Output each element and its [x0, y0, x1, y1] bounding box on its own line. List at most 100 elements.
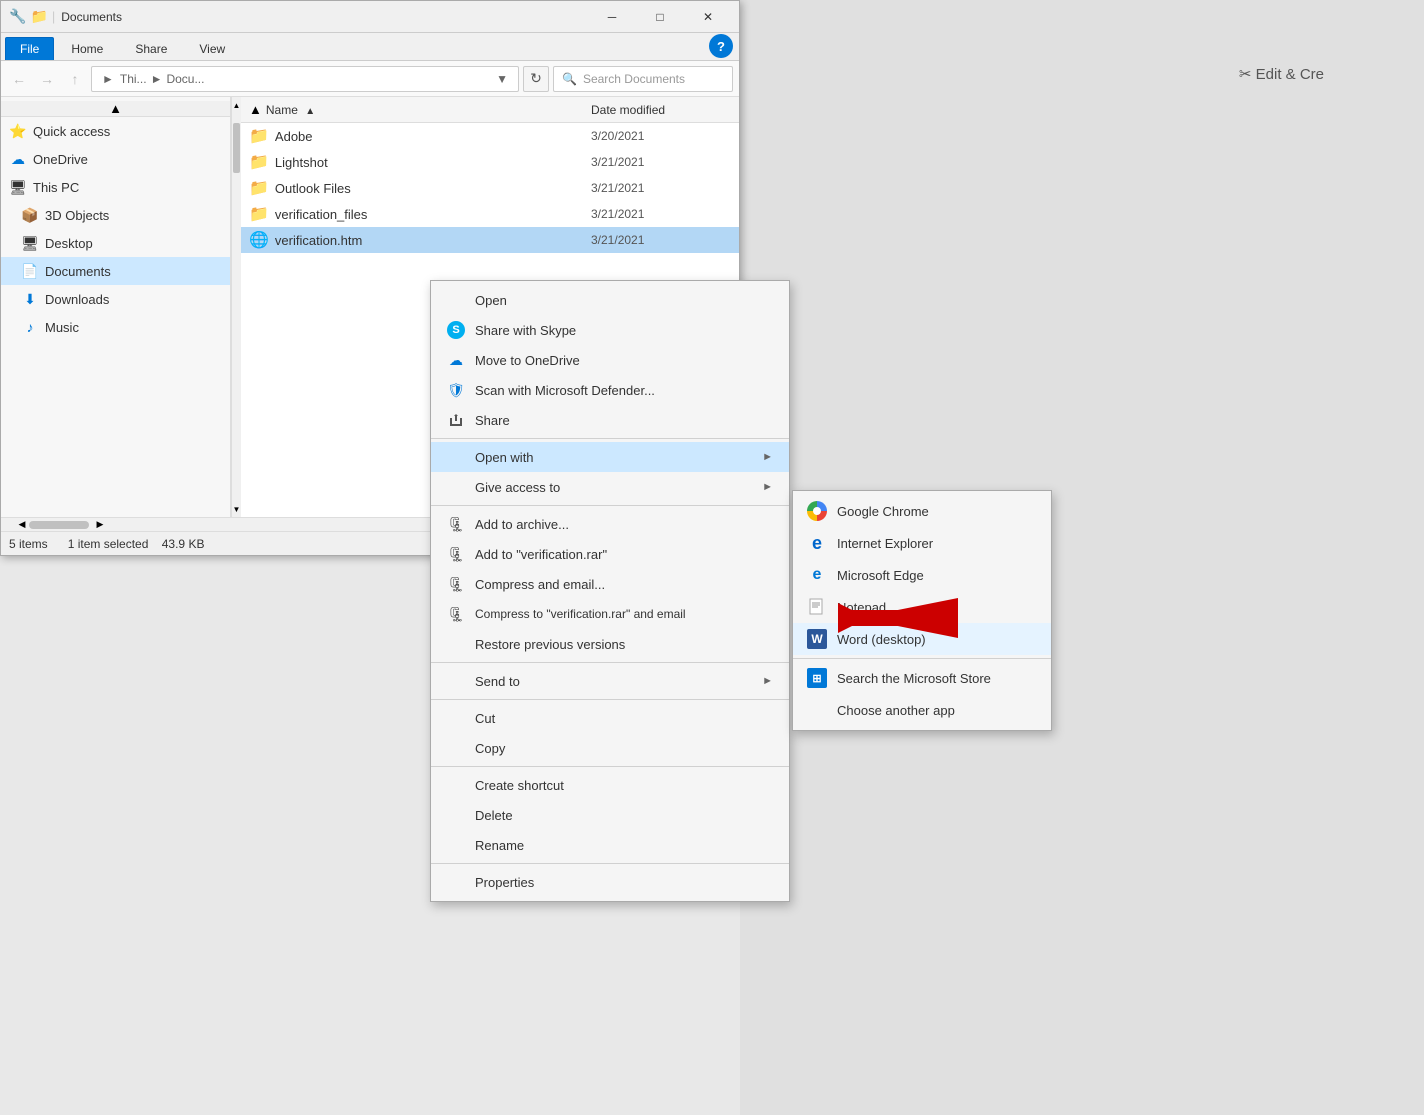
sidebar-item-music[interactable]: ♪ Music: [1, 313, 230, 341]
desktop-label: Desktop: [45, 236, 93, 251]
ctx-move-onedrive[interactable]: ☁ Move to OneDrive: [431, 345, 789, 375]
music-icon: ♪: [21, 319, 39, 335]
sidebar-scroll-up[interactable]: ▲: [1, 101, 230, 117]
documents-icon: 📄: [21, 263, 39, 280]
ctx-rename-label: Rename: [475, 838, 524, 853]
ctx-properties[interactable]: Properties: [431, 867, 789, 897]
sub-item-ie[interactable]: e Internet Explorer: [793, 527, 1051, 559]
refresh-button[interactable]: ↻: [523, 66, 549, 92]
rar-icon-4: 🗜: [447, 605, 465, 623]
path-dropdown[interactable]: ▼: [496, 72, 508, 86]
ctx-share[interactable]: Share: [431, 405, 789, 435]
ctx-cut[interactable]: Cut: [431, 703, 789, 733]
sidebar-scroll-down-btn[interactable]: ▼: [232, 501, 241, 517]
h-scroll-right[interactable]: ▶: [93, 518, 107, 532]
ctx-open-with[interactable]: Open with ►: [431, 442, 789, 472]
file-item-verification-files[interactable]: 📁 verification_files 3/21/2021: [241, 201, 739, 227]
sidebar-scrollbar[interactable]: ▲ ▼: [231, 97, 241, 517]
ctx-open[interactable]: Open: [431, 285, 789, 315]
column-name[interactable]: Name ▲: [266, 103, 591, 117]
restore-icon: [447, 635, 465, 653]
chrome-label: Google Chrome: [837, 504, 929, 519]
edge-label: Microsoft Edge: [837, 568, 924, 583]
downloads-icon: ⬇: [21, 291, 39, 308]
ctx-create-shortcut[interactable]: Create shortcut: [431, 770, 789, 800]
path-arrow: ►: [102, 72, 114, 86]
ctx-compress-email[interactable]: 🗜 Compress and email...: [431, 569, 789, 599]
downloads-label: Downloads: [45, 292, 109, 307]
file-item-verification-htm[interactable]: 🌐 verification.htm 3/21/2021: [241, 227, 739, 253]
tab-share[interactable]: Share: [120, 37, 182, 60]
sidebar-item-desktop[interactable]: 🖥 Desktop: [1, 229, 230, 257]
title-bar-title: Documents: [61, 10, 589, 24]
ctx-send-to-label: Send to: [475, 674, 520, 689]
ctx-give-access[interactable]: Give access to ►: [431, 472, 789, 502]
file-item-outlook[interactable]: 📁 Outlook Files 3/21/2021: [241, 175, 739, 201]
ctx-scan-defender[interactable]: 🛡 Scan with Microsoft Defender...: [431, 375, 789, 405]
maximize-button[interactable]: □: [637, 1, 683, 33]
ctx-cut-label: Cut: [475, 711, 495, 726]
scroll-up-area[interactable]: ▲: [249, 102, 262, 118]
this-pc-label: This PC: [33, 180, 79, 195]
ctx-copy[interactable]: Copy: [431, 733, 789, 763]
sidebar-item-onedrive[interactable]: ☁ OneDrive: [1, 145, 230, 173]
edit-create-text: ✂ Edit & Cre: [1239, 65, 1324, 83]
ctx-add-verification-rar[interactable]: 🗜 Add to "verification.rar": [431, 539, 789, 569]
address-path[interactable]: ► Thi... ► Docu... ▼: [91, 66, 519, 92]
file-date-outlook: 3/21/2021: [591, 181, 731, 195]
sidebar-item-this-pc[interactable]: 🖥 This PC: [1, 173, 230, 201]
file-item-lightshot[interactable]: 📁 Lightshot 3/21/2021: [241, 149, 739, 175]
sidebar-item-3d-objects[interactable]: 📦 3D Objects: [1, 201, 230, 229]
sub-item-notepad[interactable]: Notepad: [793, 591, 1051, 623]
ctx-add-archive[interactable]: 🗜 Add to archive...: [431, 509, 789, 539]
sub-item-store[interactable]: ⊞ Search the Microsoft Store: [793, 662, 1051, 694]
this-pc-icon: 🖥: [9, 179, 27, 196]
ctx-delete-label: Delete: [475, 808, 513, 823]
forward-button[interactable]: →: [35, 67, 59, 91]
folder-icon-verification-files: 📁: [249, 204, 269, 224]
tab-home[interactable]: Home: [56, 37, 118, 60]
send-to-icon: [447, 672, 465, 690]
file-name-lightshot: Lightshot: [275, 155, 585, 170]
tab-view[interactable]: View: [184, 37, 240, 60]
music-label: Music: [45, 320, 79, 335]
sidebar-item-documents[interactable]: 📄 Documents: [1, 257, 230, 285]
ctx-delete[interactable]: Delete: [431, 800, 789, 830]
back-button[interactable]: ←: [7, 67, 31, 91]
notepad-sub-icon: [807, 597, 827, 617]
ctx-divider-2: [431, 505, 789, 506]
file-item-adobe[interactable]: 📁 Adobe 3/20/2021: [241, 123, 739, 149]
minimize-button[interactable]: ─: [589, 1, 635, 33]
ctx-divider-4: [431, 699, 789, 700]
ctx-compress-rar-email[interactable]: 🗜 Compress to "verification.rar" and ema…: [431, 599, 789, 629]
store-label: Search the Microsoft Store: [837, 671, 991, 686]
column-date[interactable]: Date modified: [591, 103, 731, 117]
close-button[interactable]: ✕: [685, 1, 731, 33]
documents-label: Documents: [45, 264, 111, 279]
sidebar-item-downloads[interactable]: ⬇ Downloads: [1, 285, 230, 313]
sidebar: ▲ ⭐ Quick access ☁ OneDrive 🖥 This PC 📦 …: [1, 97, 231, 517]
ctx-share-skype[interactable]: S Share with Skype: [431, 315, 789, 345]
ctx-rename[interactable]: Rename: [431, 830, 789, 860]
give-access-icon: [447, 478, 465, 496]
sub-item-chrome[interactable]: Google Chrome: [793, 495, 1051, 527]
html-icon-verification: 🌐: [249, 230, 269, 250]
h-scroll-left[interactable]: ◀: [15, 518, 29, 532]
ctx-create-shortcut-label: Create shortcut: [475, 778, 564, 793]
up-button[interactable]: ↑: [63, 67, 87, 91]
rename-icon: [447, 836, 465, 854]
sidebar-scroll-up-btn[interactable]: ▲: [232, 97, 241, 113]
sub-divider-1: [793, 658, 1051, 659]
file-name-outlook: Outlook Files: [275, 181, 585, 196]
help-icon[interactable]: ?: [709, 34, 733, 58]
sub-item-another-app[interactable]: Choose another app: [793, 694, 1051, 726]
search-box[interactable]: 🔍 Search Documents: [553, 66, 733, 92]
tab-file[interactable]: File: [5, 37, 54, 60]
ctx-send-to[interactable]: Send to ►: [431, 666, 789, 696]
toolbar-icon-2: 📁: [30, 8, 47, 25]
ctx-restore-versions[interactable]: Restore previous versions: [431, 629, 789, 659]
desktop-icon: 🖥: [21, 235, 39, 252]
sub-item-edge[interactable]: e Microsoft Edge: [793, 559, 1051, 591]
sub-item-word[interactable]: W Word (desktop): [793, 623, 1051, 655]
sidebar-item-quick-access[interactable]: ⭐ Quick access: [1, 117, 230, 145]
